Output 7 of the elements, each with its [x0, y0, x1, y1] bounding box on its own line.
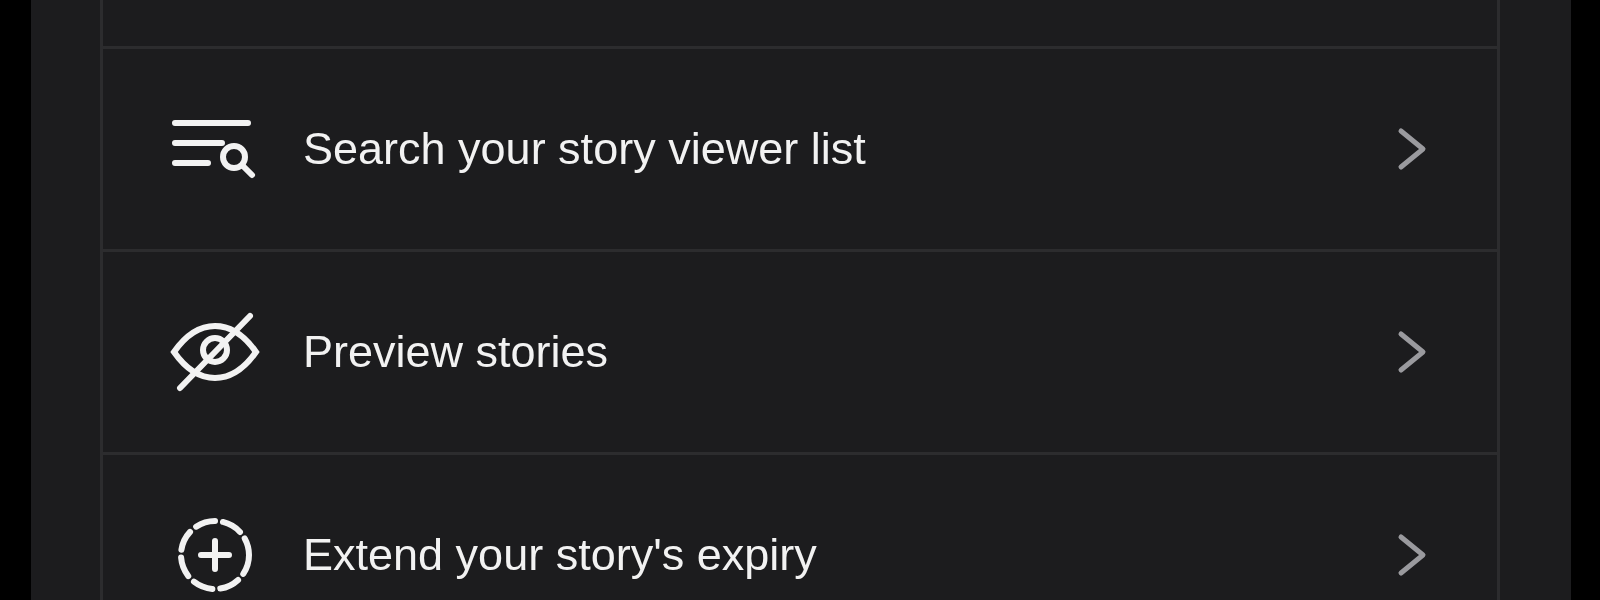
menu-item[interactable]: Preview stories	[103, 252, 1497, 455]
eye-slash-icon	[170, 312, 260, 392]
chevron-icon	[1397, 533, 1427, 577]
chevron-icon	[1397, 330, 1427, 374]
chevron-icon	[1397, 127, 1427, 171]
menu-item[interactable]: Extend your story's expiry	[103, 455, 1497, 600]
menu-item[interactable]: Search your story viewer list	[103, 49, 1497, 252]
